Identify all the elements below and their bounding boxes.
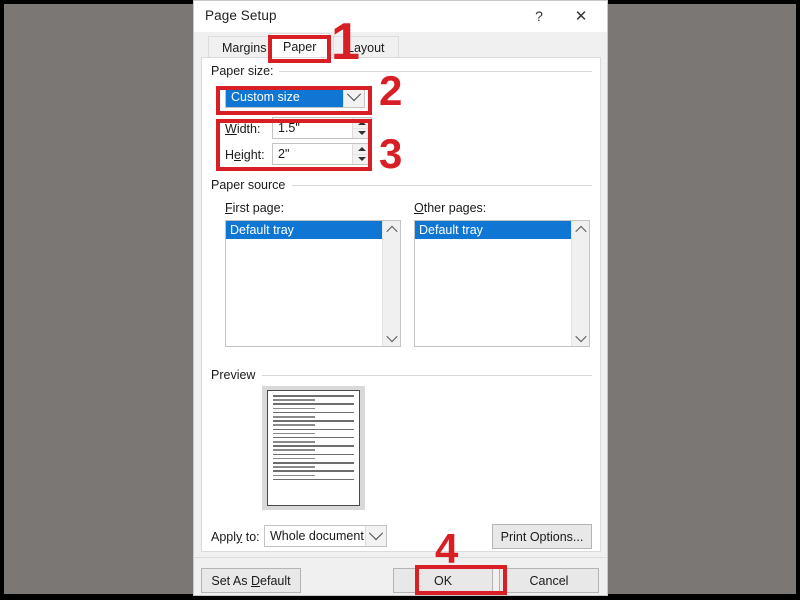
width-label: Width: [225, 122, 261, 136]
preview-group-rule [262, 375, 592, 376]
paper-size-group-label: Paper size: [211, 64, 279, 78]
other-pages-scrollbar[interactable] [571, 221, 589, 346]
chevron-down-icon[interactable] [343, 87, 364, 107]
scroll-up-icon[interactable] [572, 221, 589, 238]
width-value: 1.5" [278, 121, 300, 135]
close-icon[interactable]: ✕ [565, 1, 597, 31]
height-spinbox[interactable]: 2" [272, 143, 372, 165]
chevron-down-icon[interactable] [365, 526, 386, 546]
paper-source-group-label: Paper source [211, 178, 291, 192]
width-stepper[interactable] [352, 118, 371, 138]
height-decrement-icon[interactable] [353, 153, 371, 165]
first-page-listbox[interactable]: Default tray [225, 220, 401, 347]
screen-root: Page Setup ? ✕ Margins Paper Layout Pape… [0, 0, 800, 600]
tab-paper[interactable]: Paper [269, 33, 331, 59]
first-page-items: Default tray [226, 221, 382, 346]
frame-band-right [796, 0, 800, 600]
list-item[interactable]: Default tray [226, 221, 382, 239]
page-setup-dialog: Page Setup ? ✕ Margins Paper Layout Pape… [193, 0, 608, 596]
apply-to-combobox[interactable]: Whole document [264, 525, 387, 547]
set-as-default-label: Set As Default [211, 573, 291, 588]
width-decrement-icon[interactable] [353, 127, 371, 139]
width-increment-icon[interactable] [353, 118, 371, 128]
scroll-down-icon[interactable] [383, 329, 400, 346]
set-as-default-button[interactable]: Set As Default [201, 568, 301, 593]
paper-source-group-rule [292, 185, 592, 186]
print-options-button[interactable]: Print Options... [492, 524, 592, 549]
scroll-down-icon[interactable] [572, 329, 589, 346]
other-pages-items: Default tray [415, 221, 571, 346]
paper-size-value: Custom size [226, 87, 343, 107]
height-stepper[interactable] [352, 144, 371, 164]
apply-to-label: Apply to: [211, 530, 260, 544]
preview-group-label: Preview [211, 368, 261, 382]
height-value: 2" [278, 147, 290, 161]
scroll-up-icon[interactable] [383, 221, 400, 238]
tab-strip: Margins Paper Layout [194, 32, 607, 59]
ok-button[interactable]: OK [393, 568, 493, 593]
dialog-titlebar: Page Setup ? ✕ [194, 1, 607, 32]
cancel-button[interactable]: Cancel [499, 568, 599, 593]
height-increment-icon[interactable] [353, 144, 371, 154]
apply-to-value: Whole document [270, 529, 364, 543]
tab-layout[interactable]: Layout [333, 36, 399, 59]
dialog-title: Page Setup [205, 8, 277, 23]
help-icon[interactable]: ? [523, 1, 555, 31]
page-preview [262, 386, 365, 510]
first-page-scrollbar[interactable] [382, 221, 400, 346]
height-label: Height: [225, 148, 265, 162]
list-item[interactable]: Default tray [415, 221, 571, 239]
frame-band-left [0, 0, 4, 600]
preview-page [267, 390, 360, 506]
width-spinbox[interactable]: 1.5" [272, 117, 372, 139]
other-pages-label: Other pages: [414, 201, 487, 215]
paper-size-combobox[interactable]: Custom size [225, 86, 365, 108]
first-page-label: First page: [225, 201, 285, 215]
paper-size-group-rule [277, 71, 592, 72]
paper-tab-panel: Paper size: Custom size Width: 1.5" Heig… [201, 57, 601, 552]
footer-divider [194, 557, 607, 558]
other-pages-listbox[interactable]: Default tray [414, 220, 590, 347]
